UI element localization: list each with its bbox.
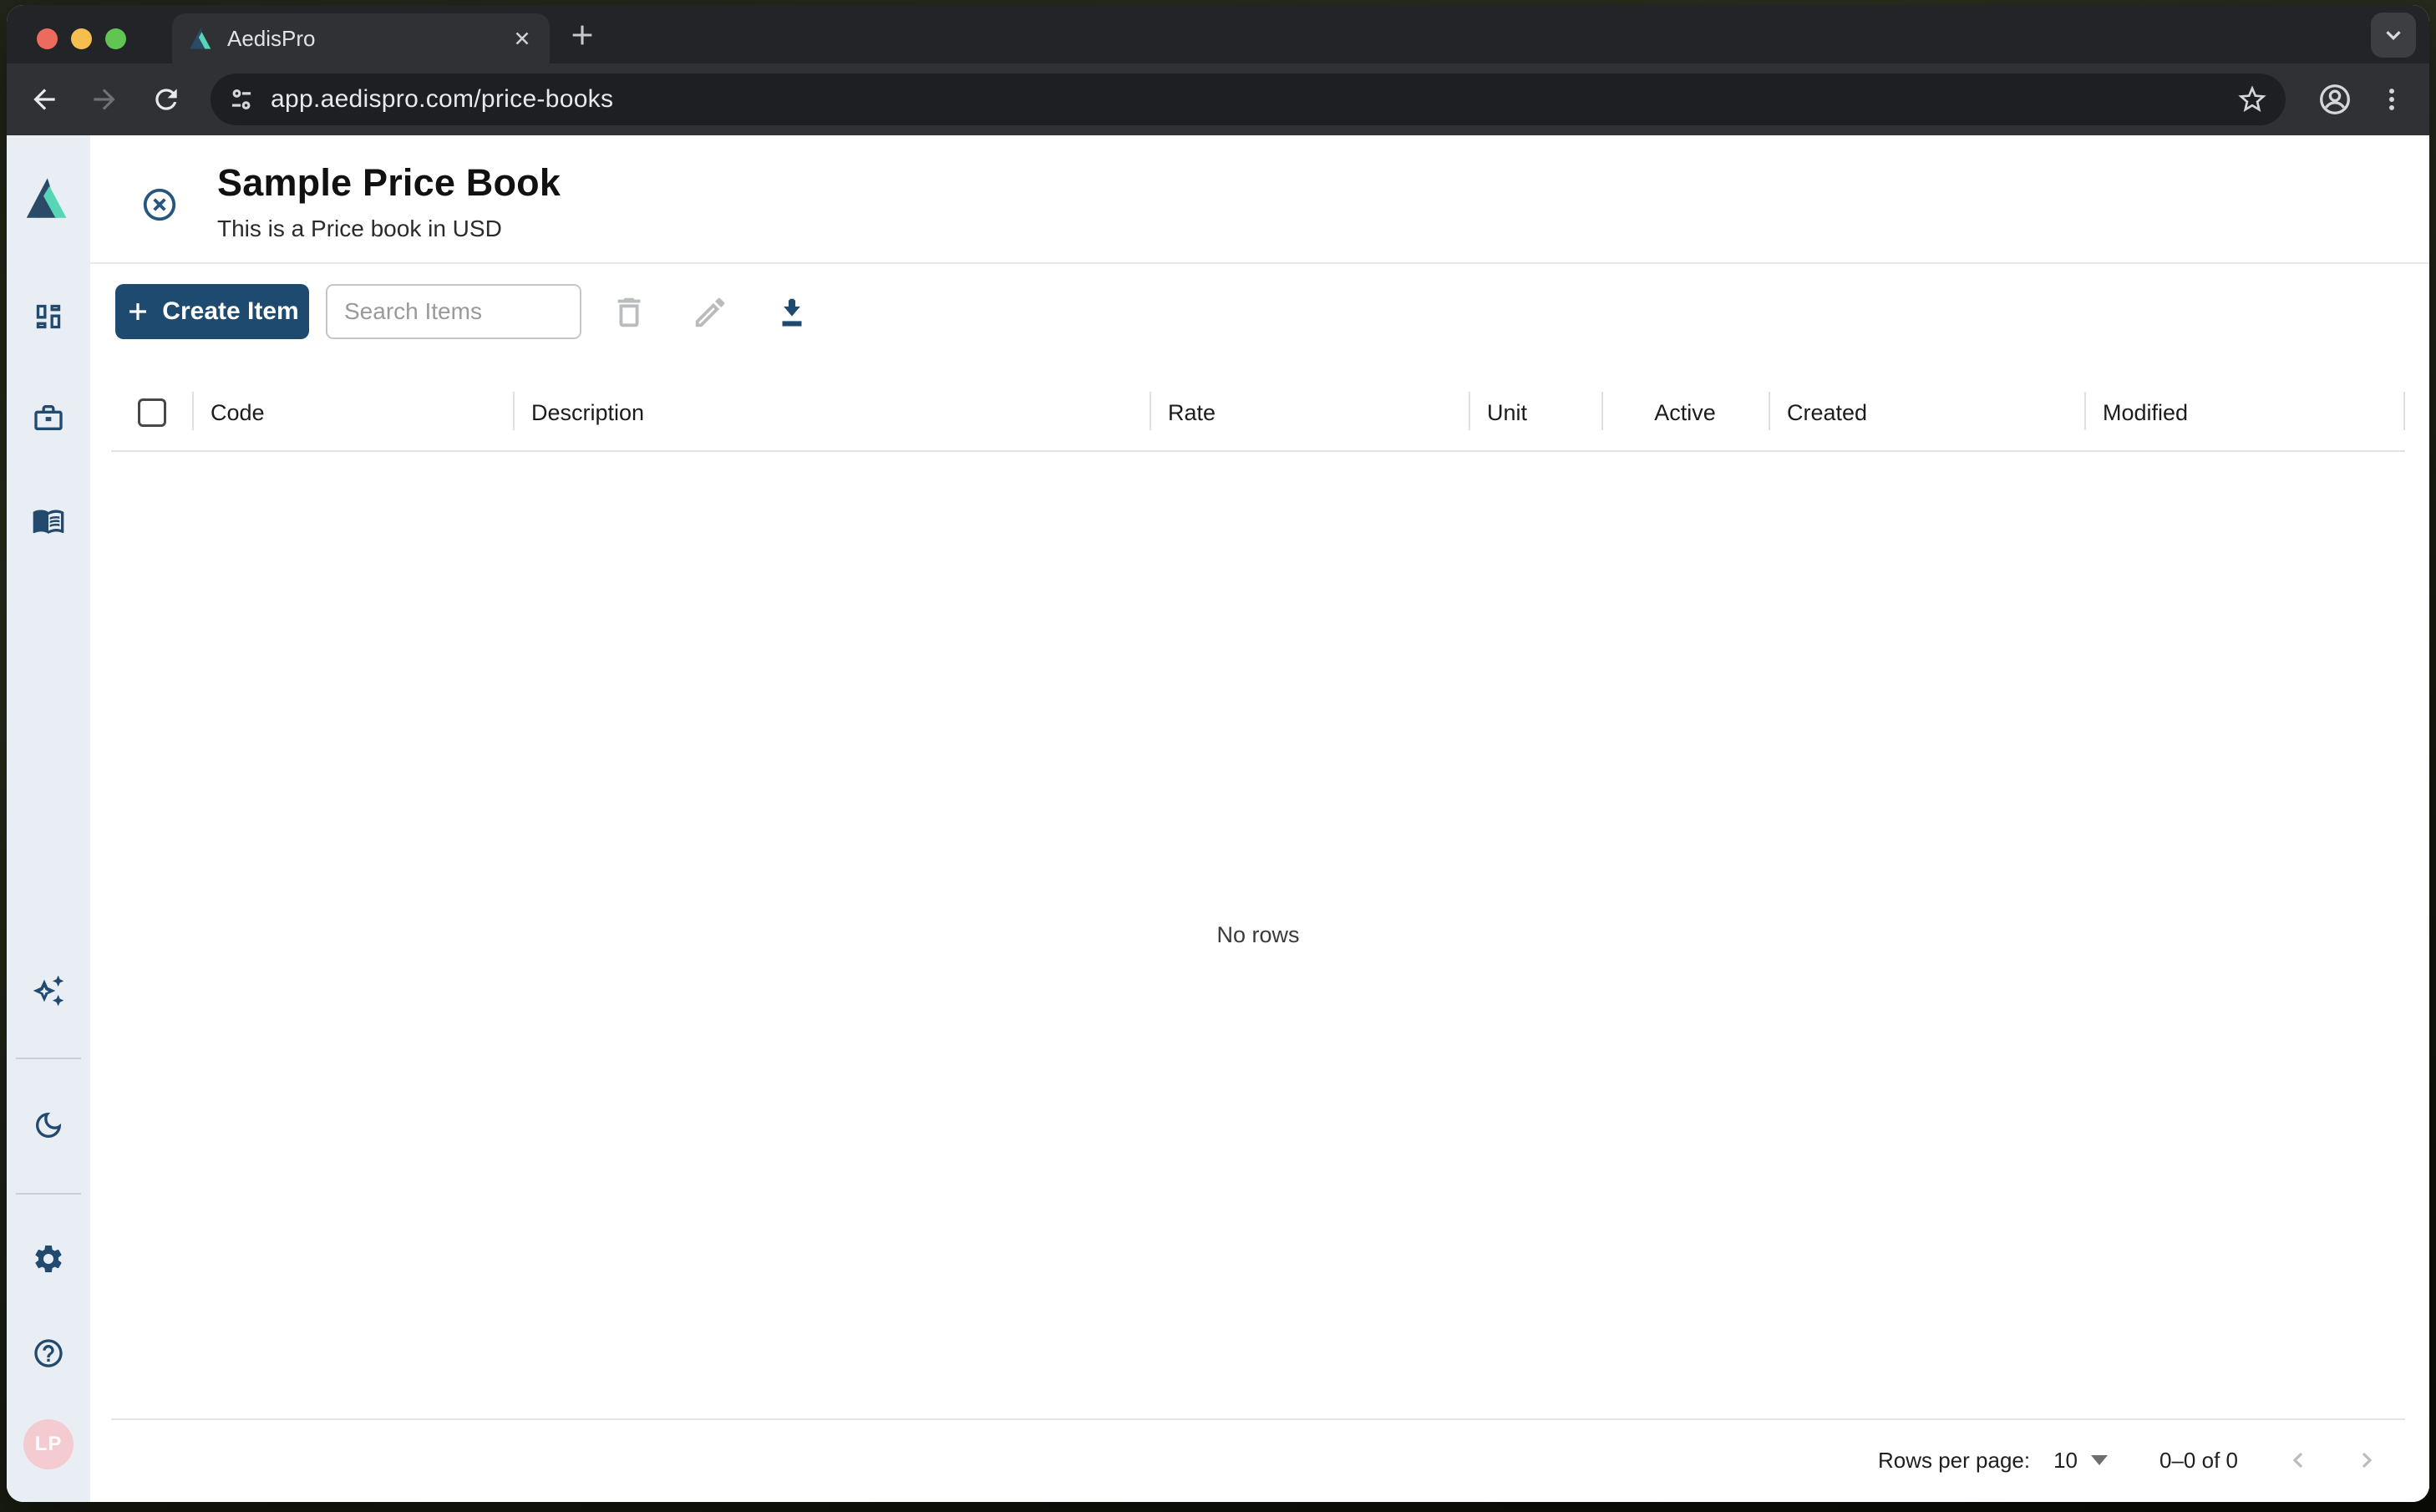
next-page-button[interactable] xyxy=(2347,1440,2387,1480)
sidebar-settings-gear-icon[interactable] xyxy=(32,1242,65,1276)
aedispro-logo-favicon xyxy=(190,28,211,49)
site-settings-icon[interactable] xyxy=(226,84,257,115)
user-avatar[interactable]: LP xyxy=(23,1419,74,1469)
fullscreen-window-button[interactable] xyxy=(105,28,126,49)
pagination-range: 0–0 of 0 xyxy=(2159,1447,2238,1473)
sidebar-item-ai-sparkles-icon[interactable] xyxy=(32,974,65,1007)
plus-icon xyxy=(129,303,147,320)
column-header-active[interactable]: Active xyxy=(1601,387,1769,450)
browser-toolbar: app.aedispro.com/price-books xyxy=(7,63,2429,135)
column-header-description[interactable]: Description xyxy=(513,387,1149,450)
sidebar-divider xyxy=(16,1058,81,1059)
close-window-button[interactable] xyxy=(37,28,58,49)
app-content: LP Sample Price Book This is a Price boo… xyxy=(7,135,2429,1502)
rows-per-page-label: Rows per page: xyxy=(1877,1447,2031,1473)
select-all-cell xyxy=(111,387,192,450)
chevron-left-icon xyxy=(2292,1452,2303,1469)
main-panel: Sample Price Book This is a Price book i… xyxy=(90,135,2429,1502)
aedispro-logo[interactable] xyxy=(24,177,73,219)
edit-pencil-icon[interactable] xyxy=(691,293,729,332)
sidebar-divider xyxy=(16,1193,81,1195)
address-bar[interactable]: app.aedispro.com/price-books xyxy=(211,74,2286,125)
create-item-button[interactable]: Create Item xyxy=(115,284,309,339)
rows-per-page-select[interactable]: 10 xyxy=(2053,1447,2109,1474)
page-subtitle: This is a Price book in USD xyxy=(217,216,502,241)
export-download-icon[interactable] xyxy=(773,293,811,332)
delete-icon[interactable] xyxy=(610,293,648,332)
sidebar-item-dashboard-icon[interactable] xyxy=(32,300,65,333)
column-header-created[interactable]: Created xyxy=(1769,387,2084,450)
sidebar-item-price-books-icon[interactable] xyxy=(32,504,65,537)
new-tab-button[interactable] xyxy=(568,21,596,49)
tab-title: AedisPro xyxy=(227,25,316,51)
column-header-code[interactable]: Code xyxy=(192,387,513,450)
page-header: Sample Price Book This is a Price book i… xyxy=(90,135,2429,264)
chevron-down-icon xyxy=(2386,31,2401,41)
column-header-modified[interactable]: Modified xyxy=(2084,387,2405,450)
close-circle-icon[interactable] xyxy=(140,185,179,224)
create-item-label: Create Item xyxy=(162,297,299,325)
chevron-right-icon xyxy=(2362,1452,2373,1469)
select-all-checkbox[interactable] xyxy=(137,398,166,427)
app-sidebar: LP xyxy=(7,135,90,1502)
page-title: Sample Price Book xyxy=(217,161,561,204)
minimize-window-button[interactable] xyxy=(71,28,92,49)
browser-tab[interactable]: AedisPro xyxy=(172,13,550,63)
table-pagination: Rows per page: 10 0–0 of 0 xyxy=(111,1418,2405,1500)
column-header-rate[interactable]: Rate xyxy=(1149,387,1469,450)
price-items-table: Code Description Rate Unit Active Create… xyxy=(111,387,2405,1500)
tab-close-icon[interactable] xyxy=(511,28,533,49)
sidebar-dark-mode-icon[interactable] xyxy=(32,1109,65,1142)
browser-window: AedisPro app.aedispro.com/price-books LP… xyxy=(7,5,2429,1502)
table-body: No rows xyxy=(111,452,2405,1418)
browser-profile-icon[interactable] xyxy=(2317,82,2352,117)
browser-menu-icon[interactable] xyxy=(2378,85,2406,114)
forward-icon[interactable] xyxy=(89,84,120,115)
reload-icon[interactable] xyxy=(150,84,182,115)
search-items-input[interactable] xyxy=(326,284,581,339)
dropdown-arrow-icon xyxy=(2091,1455,2109,1465)
previous-page-button[interactable] xyxy=(2278,1440,2318,1480)
url-text: app.aedispro.com/price-books xyxy=(271,85,614,113)
sidebar-item-work-icon[interactable] xyxy=(32,401,65,434)
tab-search-button[interactable] xyxy=(2371,13,2416,58)
empty-rows-message: No rows xyxy=(1216,922,1300,947)
traffic-lights xyxy=(37,28,126,49)
back-icon[interactable] xyxy=(28,84,60,115)
sidebar-help-icon[interactable] xyxy=(32,1337,65,1370)
tab-bar: AedisPro xyxy=(7,5,2429,63)
column-header-unit[interactable]: Unit xyxy=(1469,387,1601,450)
rows-per-page-value: 10 xyxy=(2053,1447,2078,1473)
table-header-row: Code Description Rate Unit Active Create… xyxy=(111,387,2405,452)
avatar-initials: LP xyxy=(34,1433,63,1455)
bookmark-star-icon[interactable] xyxy=(2236,83,2269,116)
